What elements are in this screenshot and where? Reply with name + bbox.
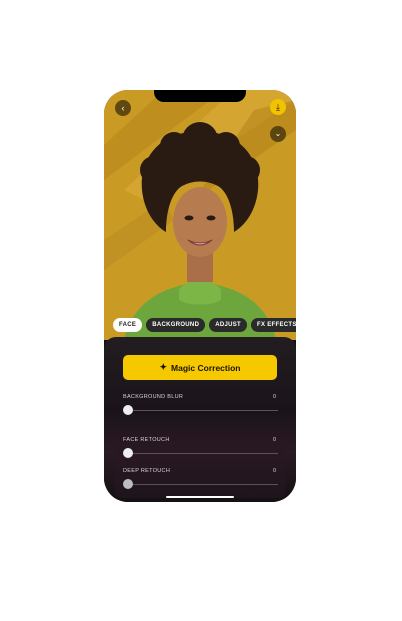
portrait-image	[104, 90, 296, 340]
deep-retouch-knob[interactable]	[123, 479, 133, 489]
face-retouch-knob[interactable]	[123, 448, 133, 458]
magic-correction-button[interactable]: ✦ Magic Correction	[123, 355, 277, 380]
home-indicator	[166, 496, 234, 498]
notch	[154, 90, 246, 102]
tab-face[interactable]: FACE	[113, 318, 143, 332]
magic-correction-label: Magic Correction	[171, 362, 241, 373]
face-retouch-track[interactable]	[128, 453, 278, 454]
chevron-down-icon: ⌄	[274, 129, 282, 138]
face-retouch-label: FACE RETOUCH	[123, 437, 170, 443]
download-button[interactable]: ⤓	[270, 99, 286, 115]
collapse-button[interactable]: ⌄	[270, 126, 286, 142]
back-button[interactable]: ‹	[115, 100, 131, 116]
background-blur-label: BACKGROUND BLUR	[123, 394, 184, 400]
deep-retouch-label: DEEP RETOUCH	[123, 468, 171, 474]
tab-adjust[interactable]: ADJUST	[209, 318, 248, 332]
deep-retouch-value: 0	[273, 468, 277, 474]
tab-fx-effects[interactable]: FX EFFECTS	[251, 318, 296, 332]
background-blur-track[interactable]	[128, 410, 278, 411]
back-arrow-icon: ‹	[121, 102, 125, 113]
photo-preview[interactable]	[104, 90, 296, 340]
adjustment-panel: ✦ Magic Correction BACKGROUND BLUR 0 FAC…	[104, 337, 296, 502]
tab-background[interactable]: BACKGROUND	[146, 318, 206, 332]
face-retouch-value: 0	[273, 437, 277, 443]
background-blur-value: 0	[273, 394, 277, 400]
magic-wand-icon: ✦	[159, 362, 168, 372]
phone-frame: ‹ ⤓ ⌄ FACE BACKGROUND ADJUST FX EFFECTS …	[104, 90, 296, 502]
tab-bar: FACE BACKGROUND ADJUST FX EFFECTS	[113, 318, 296, 332]
download-icon: ⤓	[276, 101, 280, 112]
deep-retouch-track[interactable]	[128, 484, 278, 485]
background-blur-knob[interactable]	[123, 405, 133, 415]
